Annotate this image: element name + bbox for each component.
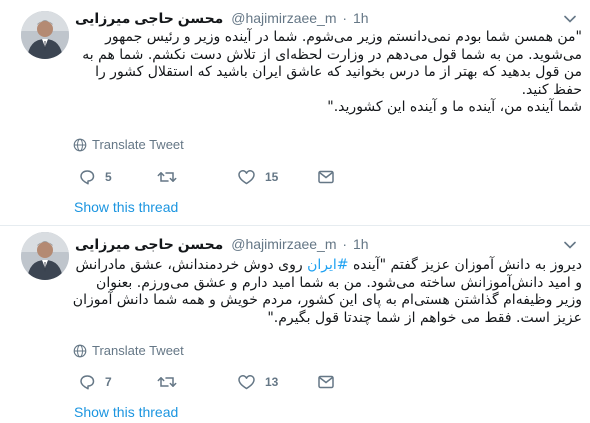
retweet-button[interactable] [157, 167, 186, 187]
timestamp[interactable]: 1h [353, 236, 369, 252]
header-separator: · [342, 10, 348, 26]
translate-label: Translate Tweet [92, 137, 184, 152]
header-separator: · [342, 236, 348, 252]
direct-message-button[interactable] [317, 372, 335, 392]
retweet-button[interactable] [157, 372, 186, 392]
like-count: 13 [265, 375, 279, 389]
heart-icon [238, 375, 255, 390]
display-name[interactable]: محسن حاجی میرزایی [75, 236, 223, 252]
tweet-header: محسن حاجی میرزایی @hajimirzaee_m · 1h [75, 235, 369, 253]
envelope-icon [318, 375, 334, 389]
timestamp[interactable]: 1h [353, 10, 369, 26]
chevron-down-icon[interactable] [564, 12, 576, 24]
tweet-text: "من همسن شما بودم نمی‌دانستم وزیر می‌شوم… [82, 29, 582, 115]
translate-label: Translate Tweet [92, 343, 184, 358]
globe-icon [73, 138, 87, 156]
timeline: محسن حاجی میرزایی @hajimirzaee_m · 1h "م… [0, 0, 590, 423]
hashtag-link[interactable]: #ایران [307, 257, 348, 273]
retweet-icon [157, 172, 177, 182]
reply-icon [80, 375, 95, 390]
envelope-icon [318, 170, 334, 184]
tweet-actions: 7 13 [75, 372, 375, 392]
reply-count: 5 [105, 170, 112, 184]
chevron-down-icon[interactable] [564, 238, 576, 250]
translate-tweet-link[interactable]: Translate Tweet [73, 137, 184, 153]
tweet-actions: 5 15 [75, 167, 375, 187]
avatar[interactable] [21, 232, 69, 280]
retweet-icon [157, 377, 177, 387]
tweet-text: دیروز به دانش آموزان عزیز گفتم "آینده #ا… [70, 257, 582, 327]
display-name[interactable]: محسن حاجی میرزایی [75, 10, 223, 26]
direct-message-button[interactable] [317, 167, 335, 187]
reply-count: 7 [105, 375, 112, 389]
avatar[interactable] [21, 11, 69, 59]
like-button[interactable]: 15 [237, 167, 278, 187]
translate-tweet-link[interactable]: Translate Tweet [73, 343, 184, 359]
tweet-header: محسن حاجی میرزایی @hajimirzaee_m · 1h [75, 9, 369, 27]
like-count: 15 [265, 170, 279, 184]
handle[interactable]: @hajimirzaee_m [231, 10, 336, 26]
reply-button[interactable]: 5 [78, 167, 112, 187]
heart-icon [238, 170, 255, 185]
show-thread-link[interactable]: Show this thread [74, 198, 178, 216]
tweet-text-part: دیروز به دانش آموزان عزیز گفتم "آینده [348, 257, 582, 273]
reply-button[interactable]: 7 [78, 372, 112, 392]
reply-icon [80, 170, 95, 185]
handle[interactable]: @hajimirzaee_m [231, 236, 336, 252]
like-button[interactable]: 13 [237, 372, 278, 392]
show-thread-link[interactable]: Show this thread [74, 403, 178, 421]
globe-icon [73, 344, 87, 362]
